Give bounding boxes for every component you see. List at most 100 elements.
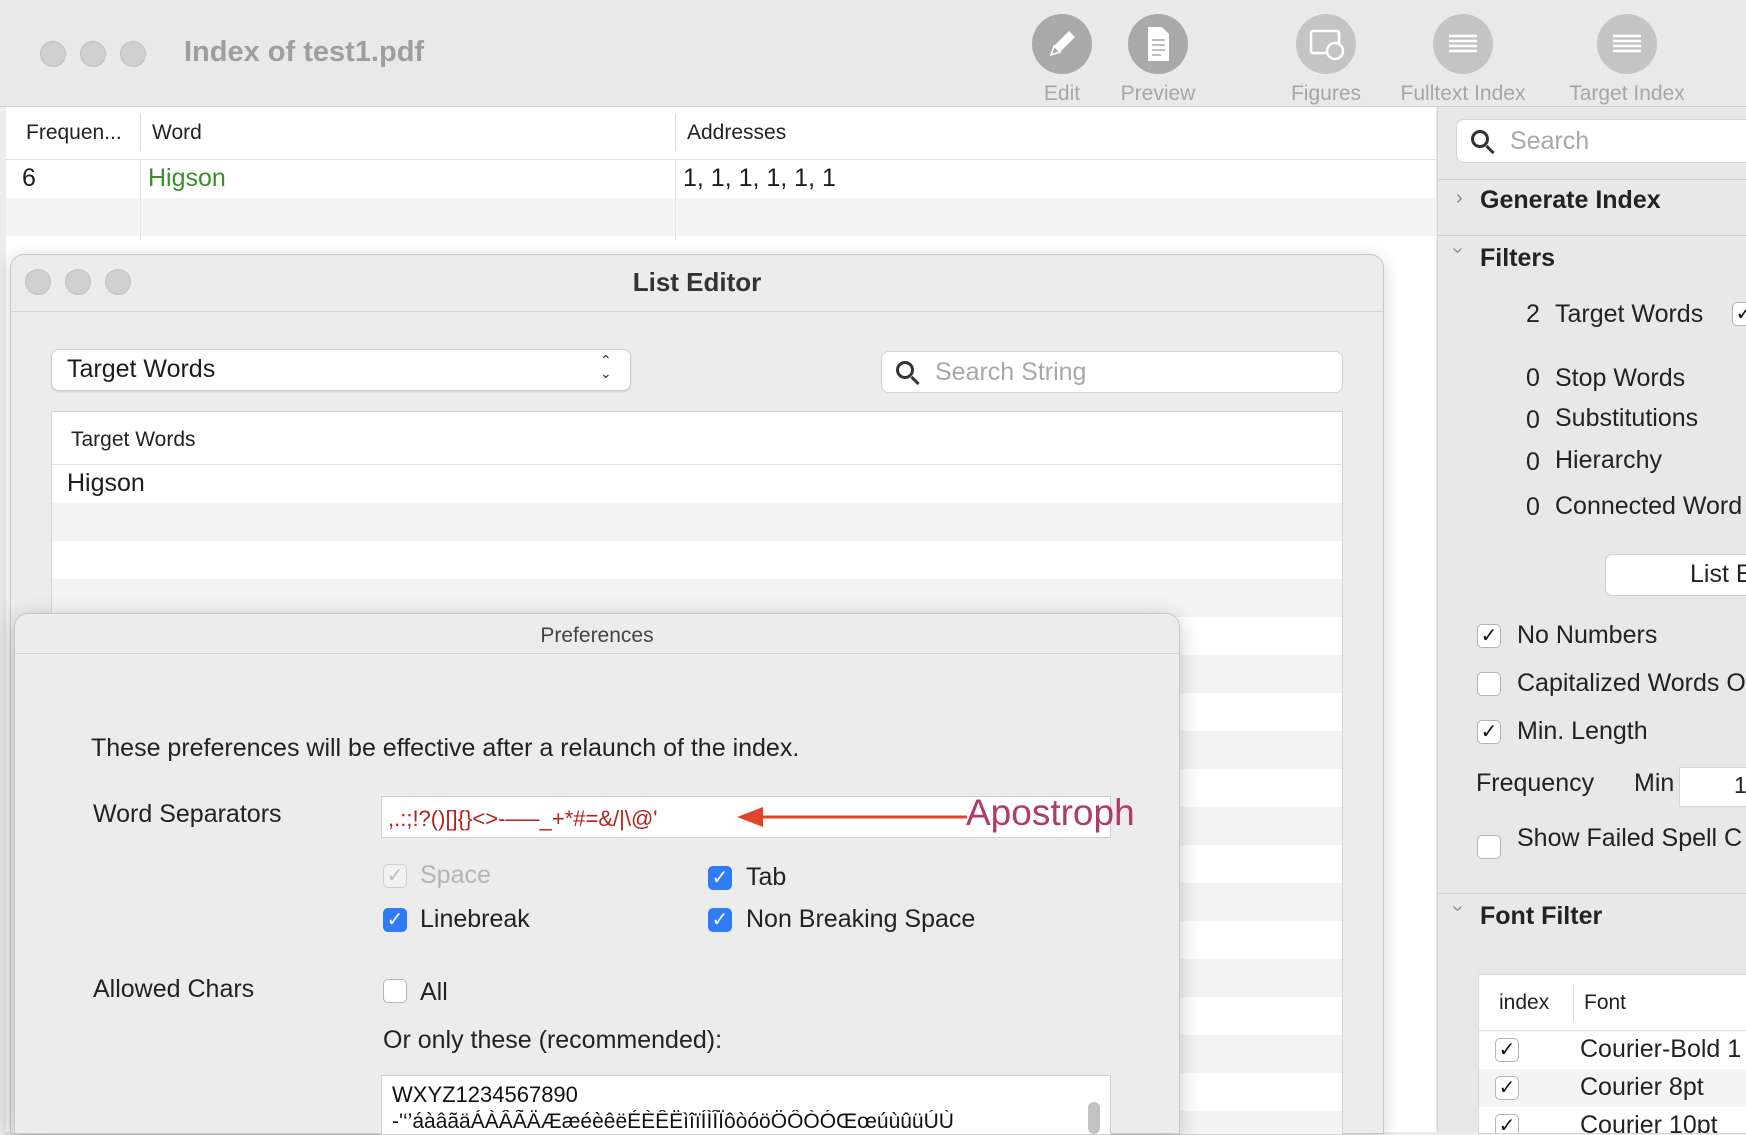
min-label: Min	[1634, 769, 1675, 797]
all-chars-label: All	[420, 978, 448, 1006]
allowed-chars-line: -'‘’áàâãäÁÀÂÃÄÆæéèêëÉÈÊËìîïÍÌÎÏôòóöÖÔÒÓŒ…	[392, 1110, 954, 1133]
filter-count: 0	[1526, 448, 1540, 476]
list-icon	[1433, 14, 1493, 74]
filter-count: 0	[1526, 493, 1540, 521]
divider	[11, 311, 1383, 312]
font-filter-table: index Font ✓ Courier-Bold 1 ✓ Courier 8p…	[1478, 974, 1746, 1134]
generate-index-section[interactable]: Generate Index	[1480, 186, 1661, 215]
preferences-title: Preferences	[540, 624, 654, 647]
annotation-arrow-icon	[737, 807, 967, 827]
word-separators-value: ,.:;!?()[]{}<>-–—_+*#=&/|\@'	[388, 806, 658, 831]
toolbar-preview-button[interactable]: Preview	[1083, 14, 1233, 106]
chevron-down-icon[interactable]: ›	[1446, 905, 1469, 912]
column-divider	[675, 160, 676, 240]
divider	[1438, 235, 1746, 236]
failed-spell-label: Show Failed Spell C	[1517, 824, 1743, 852]
chevron-right-icon[interactable]: ›	[1456, 187, 1463, 210]
list-editor-button[interactable]: List E	[1605, 554, 1746, 596]
column-divider[interactable]	[140, 115, 141, 151]
toolbar-target-index-button[interactable]: Target Index	[1552, 14, 1702, 106]
toolbar-figures-button[interactable]: Figures	[1251, 14, 1401, 106]
toolbar-target-index-label: Target Index	[1569, 82, 1685, 105]
no-numbers-checkbox[interactable]: ✓	[1477, 624, 1501, 648]
document-icon	[1128, 14, 1188, 74]
table-row[interactable]: ✓ Courier 10pt	[1479, 1107, 1746, 1133]
apostroph-annotation: Apostroph	[966, 792, 1135, 833]
sidebar-search-placeholder: Search	[1510, 127, 1590, 155]
linebreak-label: Linebreak	[420, 905, 530, 933]
minimize-window-button[interactable]	[80, 41, 106, 67]
space-label: Space	[420, 861, 491, 889]
font-name: Courier-Bold 1	[1580, 1035, 1742, 1063]
font-filter-section[interactable]: Font Filter	[1480, 902, 1602, 931]
filter-target-words: Target Words	[1555, 300, 1704, 328]
toolbar-fulltext-index-label: Fulltext Index	[1400, 82, 1526, 105]
toolbar-figures-label: Figures	[1290, 82, 1362, 105]
table-row	[6, 198, 1436, 236]
column-header-word[interactable]: Word	[152, 121, 202, 145]
index-table-header: Frequen... Word Addresses	[6, 107, 1436, 160]
list-item[interactable]: Higson	[52, 465, 1342, 503]
filter-stop-words: Stop Words	[1555, 364, 1686, 392]
column-header-font[interactable]: Font	[1584, 991, 1626, 1015]
tab-label: Tab	[746, 863, 787, 891]
list-search-placeholder: Search String	[935, 358, 1087, 386]
main-titlebar: Index of test1.pdf Edit Preview Figures …	[0, 0, 1746, 107]
list-type-popup[interactable]: Target Words ⌃ ⌄	[51, 349, 631, 391]
filter-count: 0	[1526, 406, 1540, 434]
scrollbar-thumb[interactable]	[1088, 1102, 1100, 1134]
font-checkbox[interactable]: ✓	[1495, 1038, 1519, 1062]
tab-checkbox[interactable]: ✓	[708, 866, 732, 890]
space-checkbox[interactable]: ✓	[383, 864, 407, 888]
table-row[interactable]: ✓ Courier 8pt	[1479, 1069, 1746, 1107]
failed-spell-checkbox[interactable]	[1477, 835, 1501, 859]
filters-section[interactable]: Filters	[1480, 244, 1555, 273]
filter-count: 0	[1526, 364, 1540, 392]
filter-substitutions: Substitutions	[1555, 404, 1699, 432]
table-row[interactable]: 6 Higson 1, 1, 1, 1, 1, 1	[6, 160, 1436, 198]
toolbar-fulltext-index-button[interactable]: Fulltext Index	[1388, 14, 1538, 106]
list-editor-button-label: List E	[1690, 560, 1746, 588]
all-chars-checkbox[interactable]	[383, 979, 407, 1003]
non-breaking-space-label: Non Breaking Space	[746, 905, 976, 933]
font-checkbox[interactable]: ✓	[1495, 1114, 1519, 1133]
column-divider[interactable]	[675, 115, 676, 151]
font-name: Courier 8pt	[1580, 1073, 1704, 1101]
min-frequency-value: 1	[1734, 772, 1746, 798]
search-icon-handle	[910, 375, 920, 386]
preferences-window: Preferences These preferences will be ef…	[14, 613, 1180, 1135]
no-numbers-label: No Numbers	[1517, 621, 1658, 649]
word-separators-label: Word Separators	[93, 800, 282, 828]
allowed-chars-textarea[interactable]: WXYZ1234567890 -'‘’áàâãäÁÀÂÃÄÆæéèêëÉÈÊËì…	[381, 1075, 1111, 1135]
column-header-frequency[interactable]: Frequen...	[26, 121, 122, 145]
list-search-field[interactable]: Search String	[881, 351, 1343, 393]
capitalized-words-label: Capitalized Words O	[1517, 669, 1746, 697]
zoom-window-button[interactable]	[120, 41, 146, 67]
list-item-text: Higson	[67, 469, 145, 497]
linebreak-checkbox[interactable]: ✓	[383, 908, 407, 932]
sidebar-search-field[interactable]: Search	[1456, 119, 1746, 163]
chevron-down-icon[interactable]: ›	[1446, 247, 1469, 254]
target-words-checkbox[interactable]: ✓	[1732, 302, 1746, 326]
filter-hierarchy: Hierarchy	[1555, 446, 1662, 474]
divider	[15, 653, 1179, 654]
list-editor-title: List Editor	[632, 267, 762, 297]
column-header-addresses[interactable]: Addresses	[687, 121, 786, 145]
only-these-label: Or only these (recommended):	[383, 1026, 723, 1054]
column-divider	[140, 160, 141, 240]
column-header-target-words[interactable]: Target Words	[71, 428, 196, 452]
close-window-button[interactable]	[40, 41, 66, 67]
column-header-index[interactable]: index	[1499, 991, 1549, 1015]
column-divider[interactable]	[1573, 985, 1574, 1021]
list-type-value: Target Words	[67, 355, 216, 383]
min-length-checkbox[interactable]: ✓	[1477, 720, 1501, 744]
addresses-cell: 1, 1, 1, 1, 1, 1	[683, 164, 836, 192]
min-frequency-field[interactable]: 1	[1679, 767, 1746, 807]
capitalized-words-checkbox[interactable]	[1477, 672, 1501, 696]
non-breaking-space-checkbox[interactable]: ✓	[708, 908, 732, 932]
window-title: Index of test1.pdf	[184, 36, 425, 68]
chevron-updown-icon: ⌃ ⌄	[600, 352, 612, 381]
table-row[interactable]: ✓ Courier-Bold 1	[1479, 1031, 1746, 1069]
frequency-cell: 6	[22, 164, 36, 192]
font-checkbox[interactable]: ✓	[1495, 1076, 1519, 1100]
